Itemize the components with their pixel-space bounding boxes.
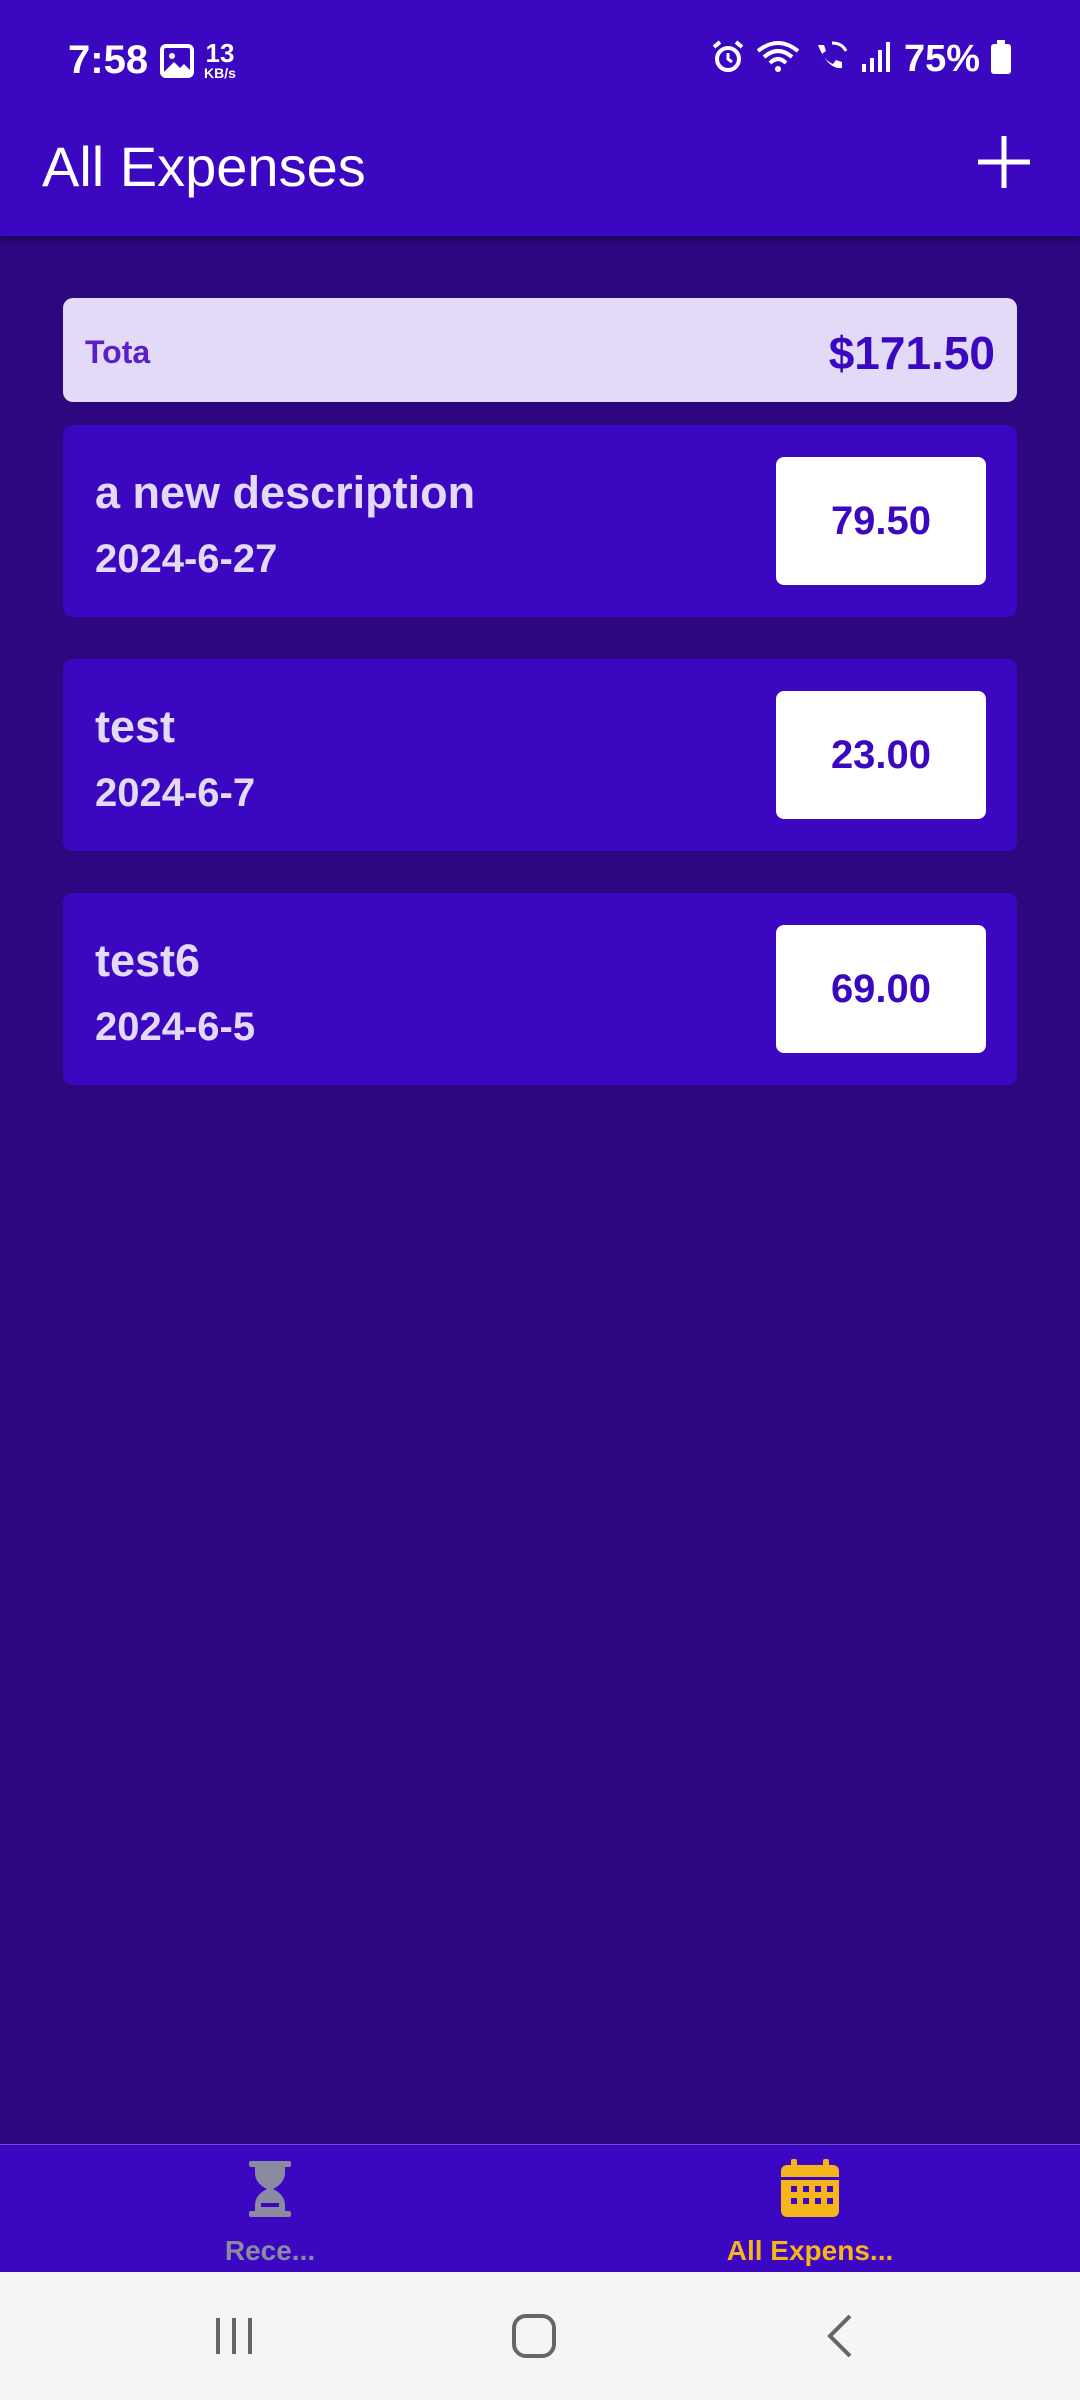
wifi-calling-icon <box>810 39 850 80</box>
back-icon[interactable] <box>822 2312 858 2365</box>
calendar-icon <box>779 2159 841 2224</box>
expense-description: test <box>95 701 176 752</box>
expense-amount: 23.00 <box>830 732 932 777</box>
expense-amount: 69.00 <box>830 966 932 1011</box>
expenses-summary: Tota $171.50 <box>63 298 1017 402</box>
bottom-nav: Rece... All Expens... <box>0 2144 1080 2273</box>
summary-total: $171.50 <box>828 327 995 379</box>
net-speed-value: 13 <box>205 38 235 68</box>
expense-description: test6 <box>95 935 201 986</box>
gallery-icon <box>160 44 194 83</box>
expense-amount-box: 79.50 <box>776 457 986 585</box>
expense-amount: 79.50 <box>830 498 932 543</box>
expense-description: a new description <box>95 467 476 518</box>
signal-icon <box>860 40 894 79</box>
expense-item[interactable]: test 2024-6-7 23.00 <box>63 659 1017 851</box>
expense-item[interactable]: a new description 2024-6-27 79.50 <box>63 425 1017 617</box>
app-bar: All Expenses <box>0 120 1080 236</box>
tab-label: Rece... <box>224 2235 316 2266</box>
battery-icon <box>990 39 1012 80</box>
net-speed-unit: KB/s <box>204 65 236 81</box>
tab-all-expenses[interactable]: All Expens... <box>540 2145 1080 2273</box>
add-expense-button[interactable] <box>972 130 1036 194</box>
expense-date: 2024-6-7 <box>95 771 256 815</box>
summary-label: Tota <box>85 334 151 370</box>
expense-date: 2024-6-27 <box>95 537 278 581</box>
expense-date: 2024-6-5 <box>95 1005 256 1049</box>
status-time: 7:58 <box>68 38 149 82</box>
alarm-icon <box>710 39 746 80</box>
wifi-icon <box>756 39 800 80</box>
tab-label: All Expens... <box>726 2235 894 2266</box>
expense-amount-box: 69.00 <box>776 925 986 1053</box>
plus-icon <box>978 136 1030 188</box>
page-title: All Expenses <box>42 135 366 198</box>
tab-recent-expenses[interactable]: Rece... <box>0 2145 540 2273</box>
status-bar: 7:58 13 KB/s 75% <box>0 0 1080 120</box>
recents-icon[interactable] <box>212 2312 256 2365</box>
home-icon[interactable] <box>510 2312 558 2365</box>
battery-level: 75% <box>903 38 980 80</box>
system-nav-bar <box>0 2272 1080 2400</box>
status-icons: 75% <box>710 38 1012 81</box>
hourglass-icon <box>247 2159 293 2224</box>
expense-item[interactable]: test6 2024-6-5 69.00 <box>63 893 1017 1085</box>
net-speed: 13 KB/s <box>204 40 236 80</box>
expense-amount-box: 23.00 <box>776 691 986 819</box>
